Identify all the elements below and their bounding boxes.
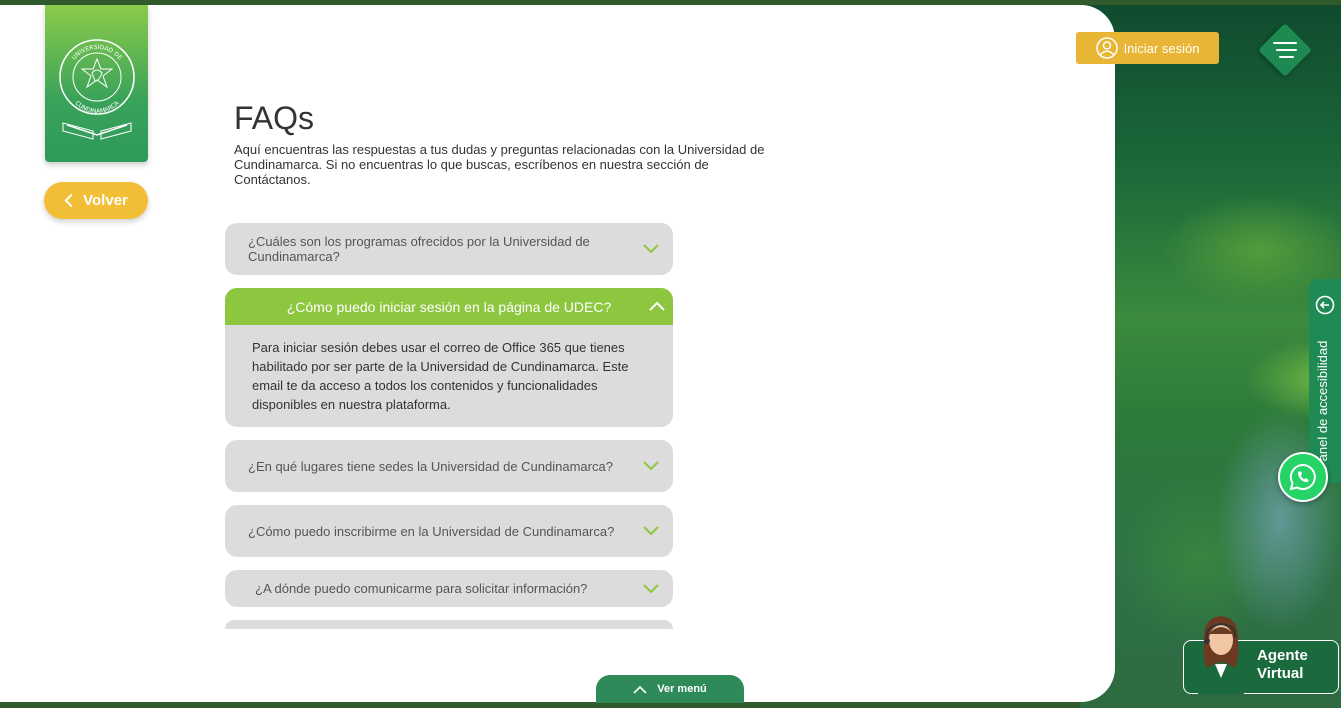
ver-menu-button[interactable]: Ver menú	[596, 675, 744, 703]
virtual-agent-label: Agente Virtual	[1257, 647, 1308, 682]
chevron-down-icon	[643, 461, 659, 471]
login-button-label: Iniciar sesión	[1123, 40, 1200, 56]
faq-question: ¿Cuáles son los programas ofrecidos por …	[248, 234, 590, 264]
chevron-down-icon	[643, 583, 659, 593]
login-button[interactable]: Iniciar sesión	[1076, 32, 1219, 64]
page-title: FAQs	[234, 100, 315, 136]
faq-answer: Para iniciar sesión debes usar el correo…	[252, 340, 629, 412]
faq-question: ¿Cómo puedo iniciar sesión en la página …	[286, 298, 612, 315]
university-logo[interactable]: UNIVERSIDAD DE CUNDINAMARCA	[45, 5, 148, 162]
background-campus-image	[1080, 0, 1341, 708]
accessibility-panel-label: Panel de accesibilidad	[1315, 340, 1330, 470]
ver-menu-label: Ver menú	[657, 683, 707, 695]
virtual-agent-avatar-icon	[1198, 616, 1244, 694]
chevron-up-icon[interactable]	[649, 301, 665, 311]
faq-item[interactable]: ¿A dónde puedo comunicarme para solicita…	[225, 570, 673, 607]
back-button-label: Volver	[83, 192, 128, 209]
page-intro: Aquí encuentras las respuestas a tus dud…	[234, 142, 765, 187]
chevron-down-icon	[643, 244, 659, 254]
faq-item-expanded[interactable]: ¿Cómo puedo iniciar sesión en la página …	[225, 288, 673, 427]
whatsapp-button[interactable]	[1278, 452, 1328, 502]
hamburger-menu-icon[interactable]	[1271, 41, 1299, 59]
faq-question: ¿En qué lugares tiene sedes la Universid…	[248, 458, 613, 474]
university-seal-icon: UNIVERSIDAD DE CUNDINAMARCA	[58, 38, 135, 140]
chevron-left-icon	[64, 194, 73, 207]
chevron-up-icon	[633, 685, 647, 694]
faq-item-partial[interactable]	[225, 620, 673, 629]
faq-question: ¿Cómo puedo inscribirme en la Universida…	[248, 523, 615, 539]
faq-item[interactable]: ¿Cuáles son los programas ofrecidos por …	[225, 223, 673, 275]
faq-item[interactable]: ¿Cómo puedo inscribirme en la Universida…	[225, 505, 673, 557]
whatsapp-icon	[1289, 463, 1316, 491]
user-icon	[1095, 37, 1118, 59]
faq-item[interactable]: ¿En qué lugares tiene sedes la Universid…	[225, 440, 673, 492]
chevron-down-icon	[643, 526, 659, 536]
back-button[interactable]: Volver	[44, 182, 148, 219]
faq-question: ¿A dónde puedo comunicarme para solicita…	[255, 581, 588, 596]
